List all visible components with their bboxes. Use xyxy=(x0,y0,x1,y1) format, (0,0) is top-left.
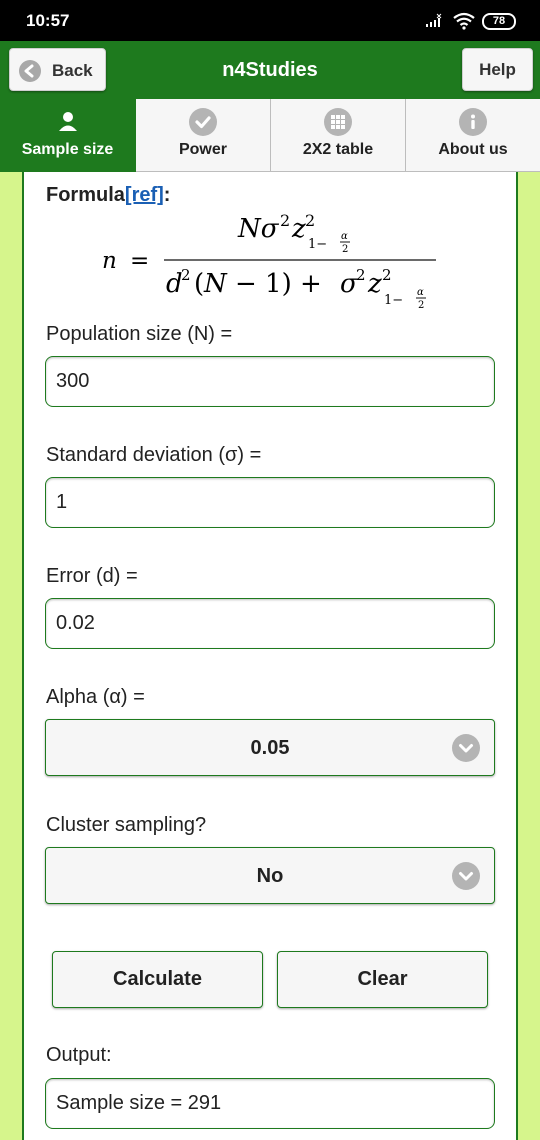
sample-size-formula-image: n = Nσ 2 z 2 1− α 2 d 2 ( N − 1) + σ 2 z… xyxy=(98,206,442,318)
svg-text:N: N xyxy=(203,269,228,299)
status-bar: 10:57 78 xyxy=(0,0,540,41)
svg-text:Nσ: Nσ xyxy=(237,214,280,244)
clear-button[interactable]: Clear xyxy=(277,951,488,1008)
svg-text:z: z xyxy=(291,214,306,244)
svg-text:1−: 1− xyxy=(384,293,403,308)
app-header: Back n4Studies Help xyxy=(0,41,540,99)
population-size-label: Population size (N) = xyxy=(46,323,233,345)
tab-power[interactable]: Power xyxy=(136,99,271,172)
tab-bar: Sample size Power 2X2 table About us xyxy=(0,99,540,172)
error-input[interactable]: 0.02 xyxy=(45,598,495,649)
alpha-select-value: 0.05 xyxy=(250,737,290,759)
chevron-down-icon xyxy=(452,862,480,890)
svg-text:2: 2 xyxy=(356,266,366,284)
check-icon xyxy=(189,108,217,136)
cell-signal-icon xyxy=(426,13,442,27)
help-button[interactable]: Help xyxy=(462,48,533,91)
standard-deviation-input[interactable]: 1 xyxy=(45,477,495,528)
tab-2x2-table-label: 2X2 table xyxy=(302,141,374,158)
svg-text:2: 2 xyxy=(382,266,392,284)
error-label: Error (d) = xyxy=(46,565,138,587)
alpha-label: Alpha (α) = xyxy=(46,686,145,708)
svg-text:α: α xyxy=(417,287,424,298)
calculate-button[interactable]: Calculate xyxy=(52,951,263,1008)
tab-power-label: Power xyxy=(178,141,227,158)
standard-deviation-label: Standard deviation (σ) = xyxy=(46,444,262,466)
svg-text:(: ( xyxy=(194,269,204,299)
tab-sample-size[interactable]: Sample size xyxy=(0,99,136,172)
tab-about-us-label: About us xyxy=(438,141,508,158)
svg-text:2: 2 xyxy=(181,266,191,284)
wifi-icon xyxy=(453,12,475,30)
alpha-select[interactable]: 0.05 xyxy=(45,719,495,776)
svg-text:2: 2 xyxy=(280,211,290,230)
svg-text:2: 2 xyxy=(418,300,424,311)
cluster-sampling-label: Cluster sampling? xyxy=(46,814,207,836)
svg-text:2: 2 xyxy=(305,211,315,230)
cluster-sampling-select-value: No xyxy=(256,865,284,887)
population-size-input[interactable]: 300 xyxy=(45,356,495,407)
status-time: 10:57 xyxy=(26,11,70,30)
svg-text:1−: 1− xyxy=(308,237,327,252)
tab-sample-size-label: Sample size xyxy=(21,141,114,158)
formula-heading: Formula[ref]: xyxy=(46,184,170,207)
svg-text:=: = xyxy=(130,248,149,274)
tab-about-us[interactable]: About us xyxy=(406,99,540,172)
svg-text:− 1) +: − 1) + xyxy=(235,269,322,299)
battery-icon: 78 xyxy=(482,13,516,30)
info-icon xyxy=(459,108,487,136)
formula-label: Formula xyxy=(46,184,125,206)
app-title: n4Studies xyxy=(222,59,318,81)
formula-colon: : xyxy=(163,184,171,206)
grid-icon xyxy=(324,108,352,136)
svg-text:z: z xyxy=(367,269,382,299)
tab-2x2-table[interactable]: 2X2 table xyxy=(271,99,406,172)
output-label: Output: xyxy=(46,1044,112,1066)
svg-text:α: α xyxy=(341,231,348,242)
output-field: Sample size = 291 xyxy=(45,1078,495,1129)
svg-text:2: 2 xyxy=(342,244,348,255)
chevron-down-icon xyxy=(452,734,480,762)
formula-ref-link[interactable]: [ref] xyxy=(125,184,164,206)
svg-text:n: n xyxy=(102,248,117,274)
cluster-sampling-select[interactable]: No xyxy=(45,847,495,904)
user-icon xyxy=(54,108,82,136)
